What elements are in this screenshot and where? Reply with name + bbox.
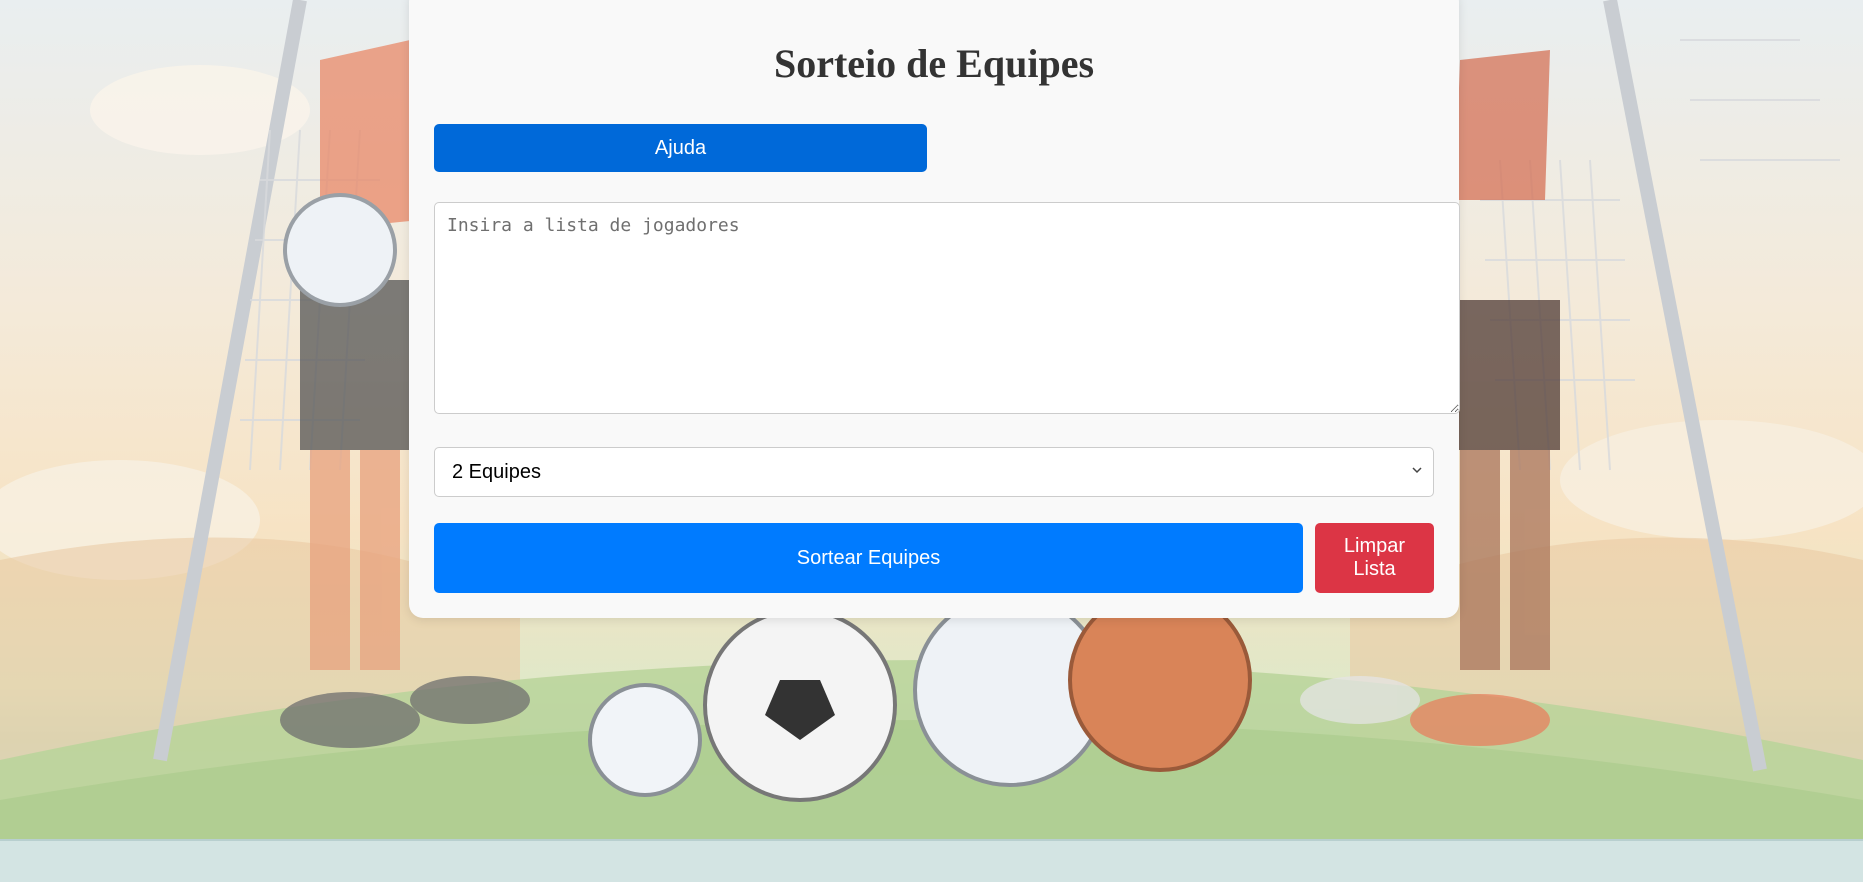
players-input[interactable] xyxy=(434,202,1460,414)
team-count-selected: 2 Equipes xyxy=(452,460,541,483)
draw-teams-button[interactable]: Sortear Equipes xyxy=(434,523,1303,593)
clear-list-label: Limpar Lista xyxy=(1343,535,1406,580)
help-button[interactable]: Ajuda xyxy=(434,124,927,172)
clear-list-button[interactable]: Limpar Lista xyxy=(1315,523,1434,593)
main-card: Sorteio de Equipes Ajuda 2 Equipes Sorte… xyxy=(409,0,1460,618)
chevron-down-icon xyxy=(1412,467,1422,474)
team-count-select[interactable]: 2 Equipes xyxy=(434,447,1434,497)
page-title: Sorteio de Equipes xyxy=(773,41,1095,86)
